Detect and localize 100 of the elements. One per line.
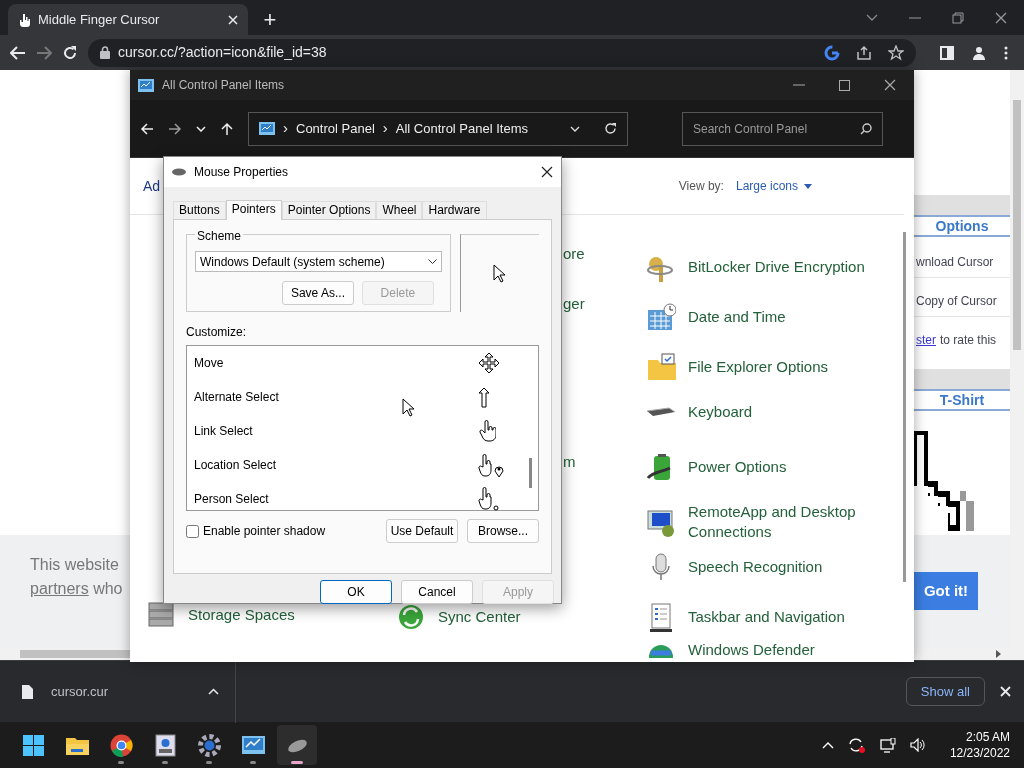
volume-icon[interactable] bbox=[909, 738, 926, 752]
maximize-icon[interactable] bbox=[839, 79, 850, 91]
item-label: m bbox=[563, 452, 576, 472]
forward-arrow-icon[interactable] bbox=[36, 45, 52, 60]
hand-person-cursor-icon bbox=[478, 487, 500, 511]
item-label: ger bbox=[563, 294, 585, 314]
chevron-down-icon bbox=[427, 259, 437, 264]
file-icon bbox=[22, 684, 33, 699]
window-title: All Control Panel Items bbox=[162, 77, 285, 94]
restore-icon[interactable] bbox=[952, 11, 964, 24]
scheme-button[interactable]: Save As... bbox=[281, 281, 354, 305]
dialog-button[interactable]: Use Default bbox=[386, 519, 458, 543]
start-icon[interactable] bbox=[20, 732, 46, 758]
lock-icon bbox=[100, 46, 110, 59]
breadcrumb-item[interactable]: Control Panel bbox=[296, 118, 375, 139]
pointer-name: Person Select bbox=[194, 491, 269, 508]
refresh-icon[interactable] bbox=[604, 122, 617, 135]
item-label: ore bbox=[563, 244, 585, 264]
scheme-dropdown[interactable]: Windows Default (system scheme) bbox=[195, 251, 442, 272]
browser-icon[interactable] bbox=[108, 732, 134, 758]
checkbox-label: Enable pointer shadow bbox=[203, 523, 326, 540]
profile-icon[interactable] bbox=[972, 45, 986, 60]
share-icon[interactable] bbox=[856, 44, 872, 61]
vertical-scrollbar[interactable] bbox=[1010, 70, 1024, 648]
dialog-button[interactable]: Browse... bbox=[467, 519, 539, 543]
caret-icon bbox=[804, 184, 812, 190]
customize-label: Customize: bbox=[186, 324, 248, 341]
move-cursor-icon bbox=[478, 352, 500, 374]
dialog-title: Mouse Properties bbox=[194, 164, 289, 181]
close-icon[interactable] bbox=[884, 79, 896, 91]
hand-cursor-icon bbox=[478, 420, 496, 442]
close-icon[interactable] bbox=[995, 11, 1007, 24]
view-by-label: View by: bbox=[678, 178, 724, 195]
dialog-button[interactable]: Cancel bbox=[401, 580, 473, 604]
item-label: BitLocker Drive Encryption bbox=[688, 257, 865, 277]
sync-icon bbox=[396, 602, 426, 632]
item-label: File Explorer Options bbox=[688, 357, 829, 377]
dialog-tab[interactable]: Hardware bbox=[422, 201, 487, 219]
register-link[interactable]: ster bbox=[916, 333, 936, 347]
reload-icon[interactable] bbox=[62, 44, 78, 61]
user-card-icon[interactable] bbox=[152, 732, 178, 758]
calendar-clock-icon bbox=[646, 302, 676, 332]
minimize-icon[interactable] bbox=[909, 16, 921, 19]
gear-icon[interactable] bbox=[196, 732, 222, 758]
item-label: Power Options bbox=[688, 457, 787, 477]
address-bar[interactable]: cursor.cc/?action=icon&file_id=38 bbox=[88, 38, 916, 67]
item-label: Speech Recognition bbox=[688, 557, 823, 577]
monitor-icon bbox=[646, 507, 676, 537]
breadcrumb-separator: › bbox=[382, 118, 388, 139]
horizontal-scrollbar[interactable] bbox=[0, 648, 130, 660]
item-label: Date and Time bbox=[688, 307, 786, 327]
vertical-scrollbar[interactable] bbox=[903, 232, 906, 582]
dialog-button[interactable]: OK bbox=[320, 580, 392, 604]
up-arrow-icon[interactable] bbox=[220, 121, 234, 136]
dialog-tab[interactable]: Buttons bbox=[173, 201, 226, 219]
checkbox[interactable] bbox=[186, 524, 199, 538]
side-panel-icon[interactable] bbox=[940, 45, 954, 60]
new-tab-button[interactable]: + bbox=[256, 4, 284, 35]
item-label: Sync Center bbox=[438, 607, 521, 627]
control-panel-icon bbox=[138, 77, 154, 93]
clock-time[interactable]: 2:05 AM bbox=[949, 729, 1010, 745]
forward-arrow-icon[interactable] bbox=[168, 121, 182, 136]
dialog-tab[interactable]: Wheel bbox=[376, 201, 423, 219]
close-icon[interactable] bbox=[541, 166, 553, 178]
pointer-name: Move bbox=[194, 355, 224, 372]
address-bar[interactable]: › Control Panel › All Control Panel Items bbox=[248, 111, 628, 146]
search-field[interactable]: Search Control Panel bbox=[682, 111, 883, 146]
show-all-button[interactable]: Show all bbox=[905, 676, 985, 707]
pointer-name: Link Select bbox=[194, 423, 253, 440]
scroll-right-icon[interactable] bbox=[996, 650, 1001, 658]
search-icon[interactable] bbox=[860, 122, 872, 135]
mouse-icon bbox=[172, 168, 186, 176]
arrow-cursor-icon bbox=[492, 263, 507, 284]
menu-icon[interactable] bbox=[1004, 45, 1008, 60]
partners-link[interactable]: partners bbox=[30, 580, 89, 597]
back-arrow-icon[interactable] bbox=[140, 121, 154, 136]
control-panel-icon bbox=[259, 121, 275, 136]
got-it-button[interactable]: Got it! bbox=[914, 572, 978, 610]
download-file-name[interactable]: cursor.cur bbox=[51, 681, 109, 702]
dialog-tab[interactable]: Pointers bbox=[225, 200, 282, 220]
view-by-dropdown[interactable]: Large icons bbox=[735, 177, 812, 195]
sidebar-heading[interactable]: Options bbox=[914, 215, 1010, 237]
back-arrow-icon[interactable] bbox=[10, 45, 26, 60]
pointer-list[interactable]: Move Alternate Select Link Select Location Select Person Select bbox=[186, 345, 539, 511]
sidebar-heading[interactable]: T-Shirt bbox=[914, 389, 1010, 411]
hand-icon bbox=[18, 12, 30, 27]
dialog-tab[interactable]: Pointer Options bbox=[281, 201, 377, 219]
network-icon[interactable] bbox=[879, 737, 896, 753]
breadcrumb-item[interactable]: All Control Panel Items bbox=[395, 118, 528, 139]
storage-drives-icon bbox=[148, 602, 174, 627]
chevron-up-icon[interactable] bbox=[208, 688, 219, 695]
item-label: Storage Spaces bbox=[188, 604, 295, 625]
browser-tab[interactable]: Middle Finger Cursor bbox=[8, 4, 248, 35]
keyboard-icon bbox=[647, 407, 675, 417]
google-logo-icon[interactable] bbox=[824, 44, 840, 61]
clock-date[interactable]: 12/23/2022 bbox=[949, 745, 1010, 761]
sync-alert-icon[interactable] bbox=[847, 737, 866, 753]
url-text: cursor.cc/?action=icon&file_id=38 bbox=[118, 43, 327, 62]
star-icon[interactable] bbox=[888, 44, 904, 61]
item-label: Taskbar and Navigation bbox=[688, 607, 845, 627]
